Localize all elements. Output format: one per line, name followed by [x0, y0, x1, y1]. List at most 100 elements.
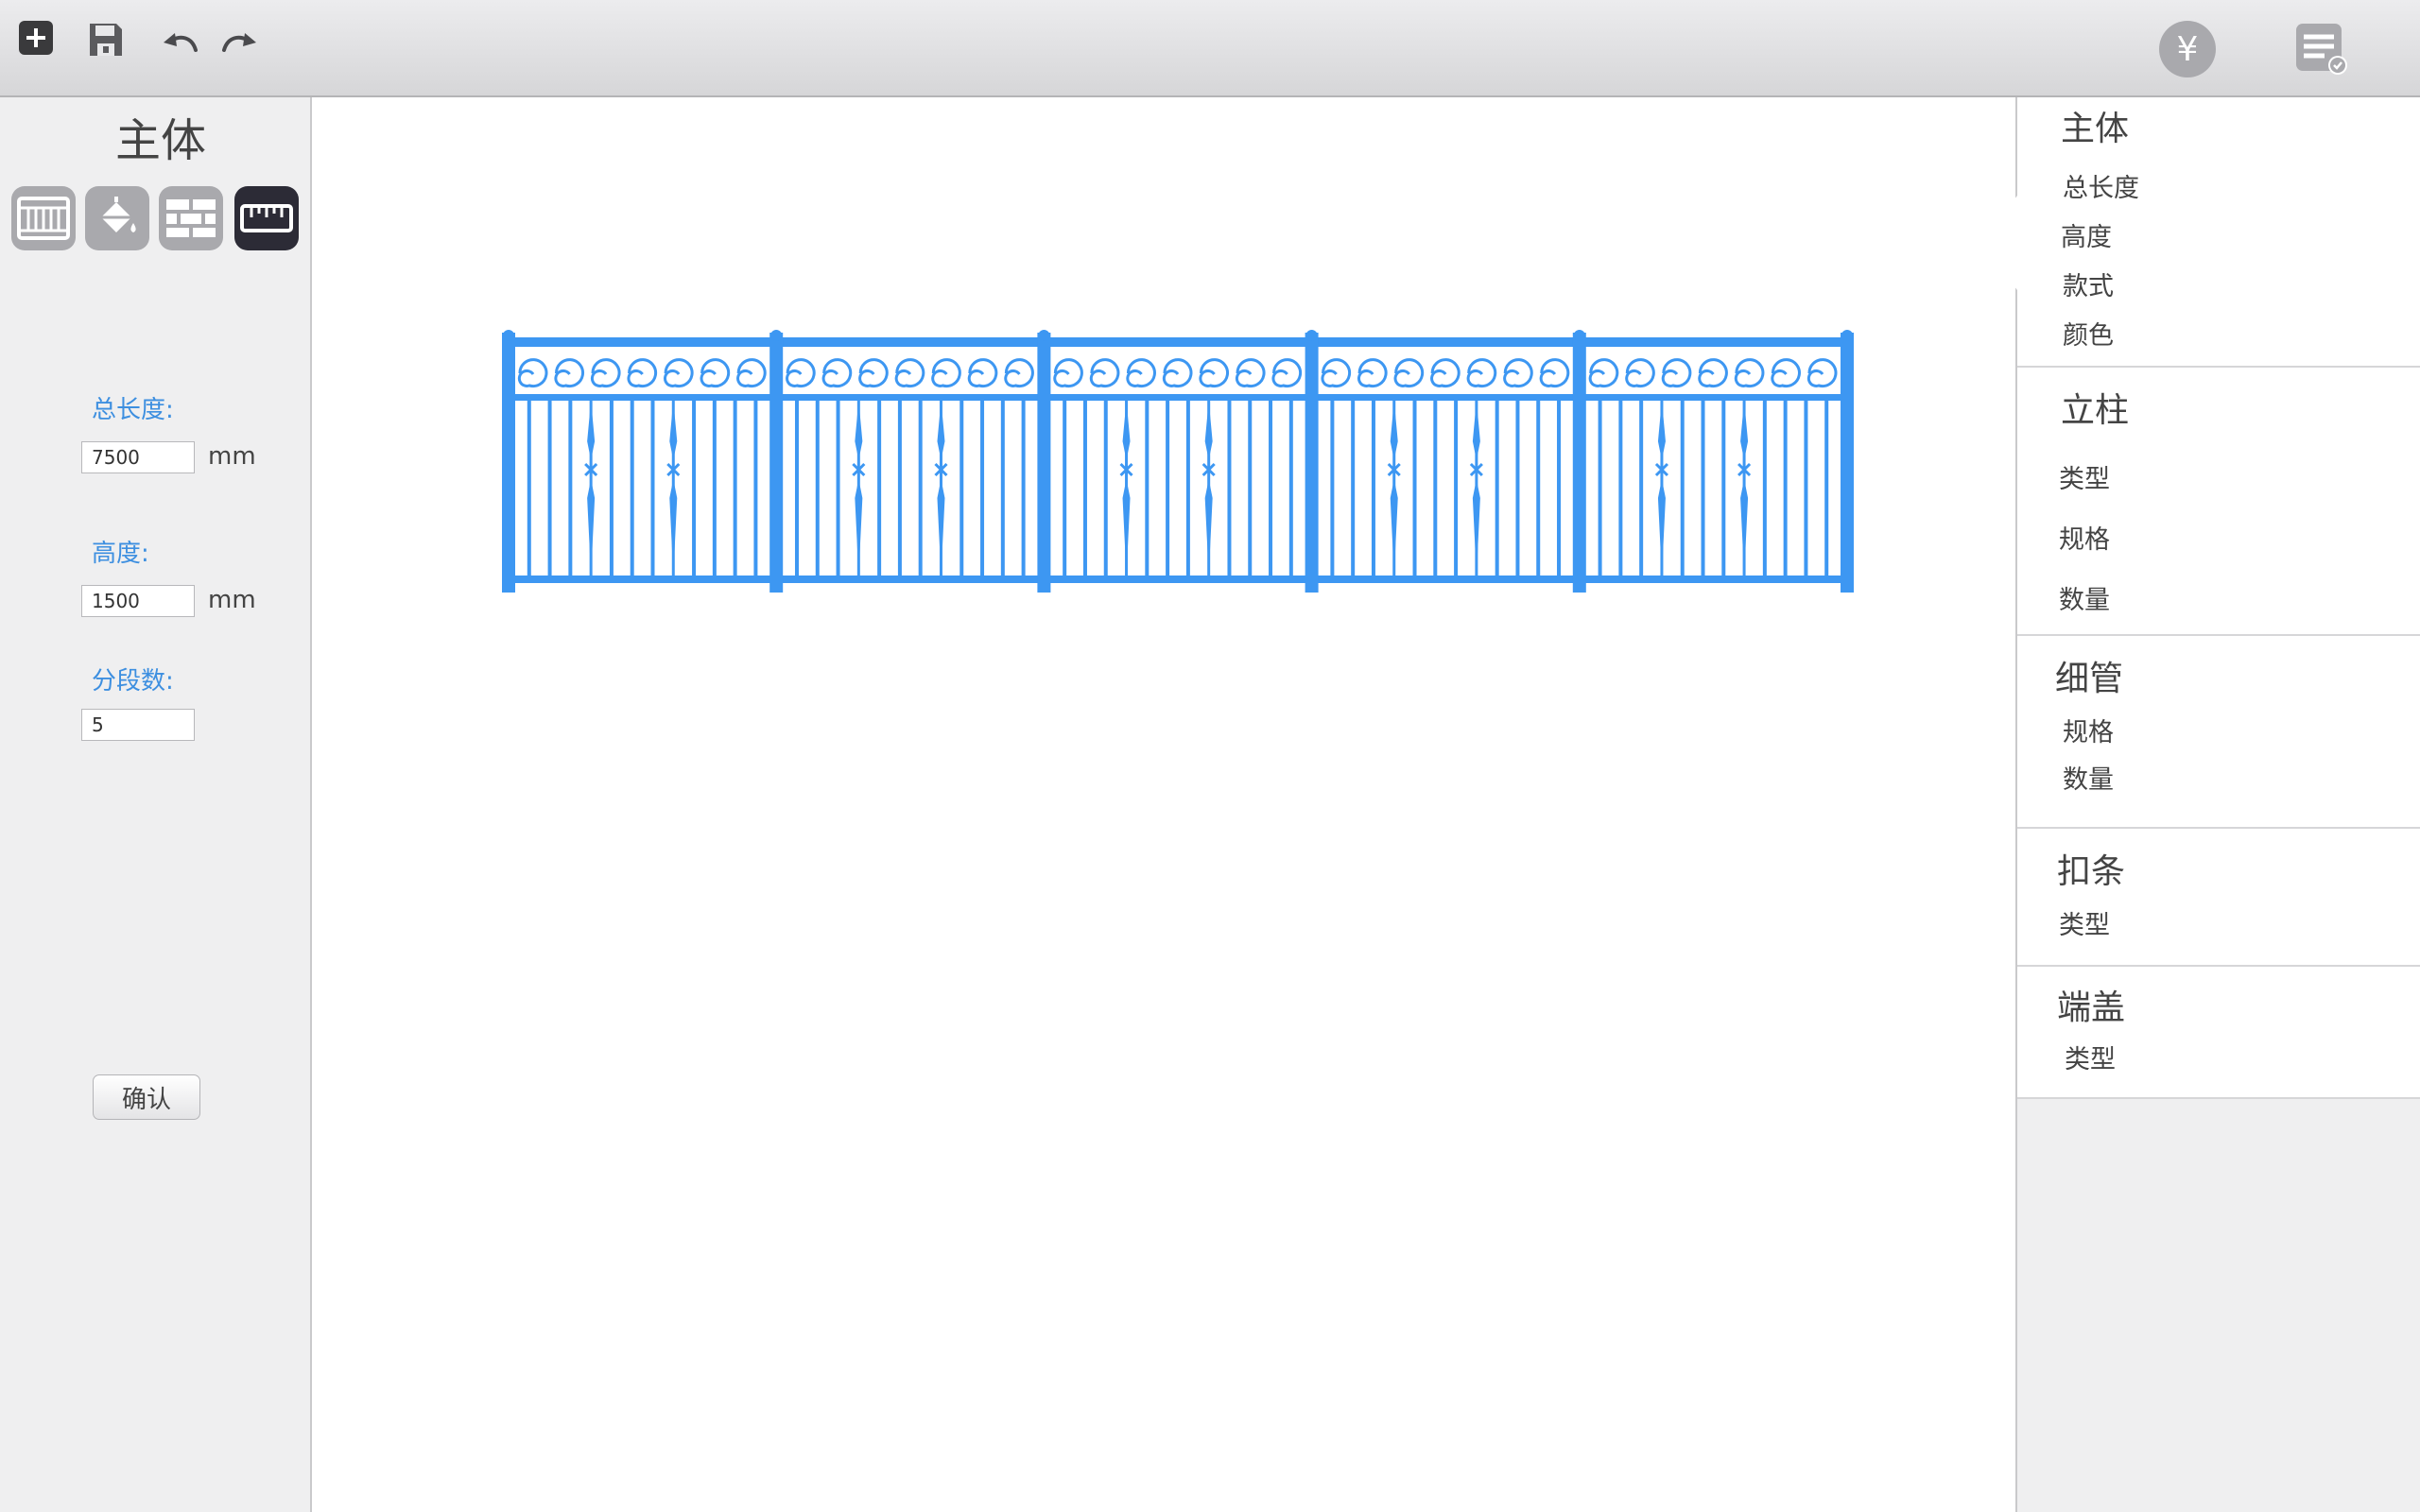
- menu-item-clip-type[interactable]: 类型: [2059, 904, 2110, 941]
- picket: [1598, 401, 1602, 576]
- menu-item-tube-quantity[interactable]: 数量: [2063, 759, 2114, 796]
- scroll-ornament: [1466, 358, 1497, 388]
- panel-title: 主体: [114, 114, 206, 167]
- picket: [589, 401, 593, 576]
- segments-input[interactable]: [81, 709, 195, 741]
- picket: [1495, 401, 1499, 576]
- right-panel: 主体 总长度 高度 款式 颜色 立柱 类型 规格 数量 细管 规格 数量 扣条 …: [1979, 97, 2420, 1512]
- post-cap: [1841, 330, 1853, 341]
- brick-wall-icon[interactable]: [159, 186, 223, 250]
- post: [769, 333, 784, 593]
- scroll-ornament: [1771, 358, 1801, 388]
- scroll-ornament: [1734, 358, 1765, 388]
- section-thin-tube: 细管 规格 数量: [2017, 636, 2420, 829]
- picket: [1371, 401, 1375, 576]
- height-label: 高度:: [92, 540, 149, 568]
- picket: [1742, 401, 1746, 576]
- picket: [939, 401, 942, 576]
- picket: [1063, 401, 1067, 576]
- scroll-ornament: [663, 358, 694, 388]
- scroll-ornament: [1235, 358, 1266, 388]
- picket: [733, 401, 737, 576]
- scroll-ornament: [1503, 358, 1533, 388]
- menu-item-post-spec[interactable]: 规格: [2059, 519, 2110, 556]
- picket: [1433, 401, 1438, 576]
- order-list-icon[interactable]: [2291, 19, 2350, 77]
- scroll-ornament: [517, 358, 548, 388]
- panel-pointer: [1979, 196, 2017, 290]
- scroll-ornament: [1199, 358, 1229, 388]
- section-title: 端盖: [2057, 988, 2126, 1027]
- railing-drawing[interactable]: [312, 97, 2015, 664]
- height-unit: mm: [208, 586, 256, 614]
- scroll-ornament: [858, 358, 889, 388]
- add-icon[interactable]: [17, 19, 55, 57]
- confirm-button[interactable]: 确认: [93, 1074, 200, 1120]
- bottom-rail: [509, 576, 1847, 583]
- design-canvas: [312, 97, 2015, 1512]
- menu-item-total-length[interactable]: 总长度: [2063, 167, 2139, 204]
- undo-icon[interactable]: [159, 23, 202, 60]
- redo-icon[interactable]: [217, 23, 261, 60]
- menu-item-post-quantity[interactable]: 数量: [2059, 579, 2110, 616]
- picket: [692, 401, 697, 576]
- scroll-ornament: [1271, 358, 1303, 388]
- picket: [650, 401, 655, 576]
- scroll-ornament: [894, 358, 925, 388]
- menu-item-height[interactable]: 高度: [2061, 216, 2112, 253]
- picket: [1000, 401, 1005, 576]
- scroll-ornament: [700, 358, 731, 388]
- picket: [1557, 401, 1562, 576]
- segments-label: 分段数:: [92, 667, 174, 696]
- post-cap: [1305, 330, 1318, 341]
- picket: [1288, 401, 1293, 576]
- scroll-ornament: [554, 358, 584, 388]
- scroll-ornament: [931, 358, 961, 388]
- scroll-ornament: [1004, 358, 1034, 388]
- price-symbol: ¥: [2176, 29, 2199, 69]
- section-post: 立柱 类型 规格 数量: [2017, 368, 2420, 636]
- railing-style-icon[interactable]: [11, 186, 76, 250]
- menu-item-post-type[interactable]: 类型: [2059, 458, 2110, 495]
- menu-item-style[interactable]: 款式: [2063, 266, 2114, 302]
- picket: [630, 401, 634, 576]
- menu-item-color[interactable]: 颜色: [2063, 315, 2114, 352]
- picket: [1824, 401, 1829, 576]
- total-length-label: 总长度:: [92, 396, 174, 424]
- post-cap: [503, 330, 514, 341]
- picket: [1475, 401, 1478, 576]
- picket: [1351, 401, 1356, 576]
- scroll-ornament: [736, 358, 767, 388]
- picket: [1783, 401, 1788, 576]
- picket: [1330, 401, 1335, 576]
- picket: [1660, 401, 1664, 576]
- menu-item-tube-spec[interactable]: 规格: [2063, 712, 2114, 748]
- height-input[interactable]: [81, 585, 195, 617]
- scroll-ornament: [1588, 358, 1619, 388]
- left-panel: 主体 总长度: mm 高度: mm 分段数: 确认: [0, 97, 312, 1512]
- save-icon[interactable]: [85, 19, 127, 60]
- paint-bucket-icon[interactable]: [85, 186, 149, 250]
- ruler-icon[interactable]: [234, 186, 299, 250]
- post: [1037, 333, 1051, 593]
- picket: [1618, 401, 1623, 576]
- picket: [671, 401, 675, 576]
- post-cap: [770, 330, 783, 341]
- scroll-ornament: [967, 358, 998, 388]
- price-icon[interactable]: ¥: [2159, 21, 2216, 77]
- section-main: 主体 总长度 高度 款式 颜色: [2017, 97, 2420, 368]
- scroll-ornament: [1661, 358, 1692, 388]
- menu-item-cap-type[interactable]: 类型: [2065, 1039, 2116, 1075]
- picket: [836, 401, 840, 576]
- upper-mid-rail: [509, 394, 1847, 401]
- total-length-input[interactable]: [81, 441, 195, 473]
- scroll-ornament: [1089, 358, 1120, 388]
- picket: [1269, 401, 1273, 576]
- picket: [1515, 401, 1520, 576]
- scroll-ornament: [1162, 358, 1193, 388]
- scroll-ornament: [1539, 358, 1570, 388]
- picket: [1125, 401, 1129, 576]
- post: [1305, 333, 1319, 593]
- scroll-ornament: [1053, 358, 1083, 388]
- section-title: 扣条: [2057, 852, 2126, 891]
